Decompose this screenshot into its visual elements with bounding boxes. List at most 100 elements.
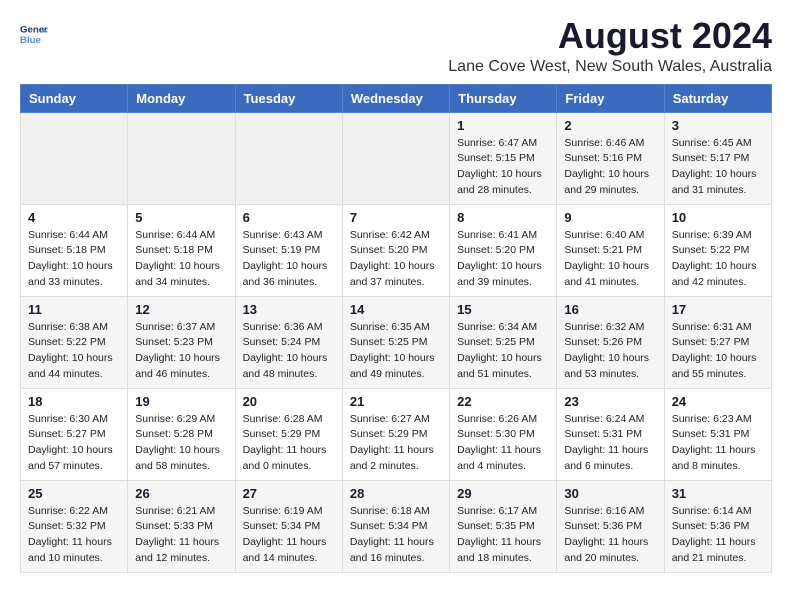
cell-info: Sunrise: 6:24 AMSunset: 5:31 PMDaylight:… xyxy=(564,412,656,475)
day-number: 12 xyxy=(135,302,227,317)
calendar-cell: 23 Sunrise: 6:24 AMSunset: 5:31 PMDayligh… xyxy=(557,388,664,480)
calendar-table: SundayMondayTuesdayWednesdayThursdayFrid… xyxy=(20,84,772,573)
day-number: 2 xyxy=(564,118,656,133)
col-header-thursday: Thursday xyxy=(450,84,557,112)
calendar-cell: 28 Sunrise: 6:18 AMSunset: 5:34 PMDayligh… xyxy=(342,480,449,572)
calendar-cell: 13 Sunrise: 6:36 AMSunset: 5:24 PMDayligh… xyxy=(235,296,342,388)
calendar-cell: 24 Sunrise: 6:23 AMSunset: 5:31 PMDayligh… xyxy=(664,388,771,480)
logo: General Blue xyxy=(20,20,48,48)
col-header-wednesday: Wednesday xyxy=(342,84,449,112)
calendar-cell: 7Sunrise: 6:42 AMSunset: 5:20 PMDaylight… xyxy=(342,204,449,296)
calendar-cell: 1Sunrise: 6:47 AMSunset: 5:15 PMDaylight… xyxy=(450,112,557,204)
cell-info: Sunrise: 6:28 AMSunset: 5:29 PMDaylight:… xyxy=(243,412,335,475)
day-number: 21 xyxy=(350,394,442,409)
day-number: 4 xyxy=(28,210,120,225)
title-area: August 2024 Lane Cove West, New South Wa… xyxy=(448,16,772,76)
calendar-cell: 27Sunrise: 6:19 AMSunset: 5:34 PMDayligh… xyxy=(235,480,342,572)
calendar-cell: 30 Sunrise: 6:16 AMSunset: 5:36 PMDayligh… xyxy=(557,480,664,572)
day-number: 22 xyxy=(457,394,549,409)
day-number: 26 xyxy=(135,486,227,501)
cell-info: Sunrise: 6:27 AMSunset: 5:29 PMDaylight:… xyxy=(350,412,442,475)
day-number: 25 xyxy=(28,486,120,501)
calendar-cell: 19 Sunrise: 6:29 AMSunset: 5:28 PMDayligh… xyxy=(128,388,235,480)
col-header-monday: Monday xyxy=(128,84,235,112)
day-number: 18 xyxy=(28,394,120,409)
cell-info: Sunrise: 6:39 AMSunset: 5:22 PMDaylight:… xyxy=(672,228,764,291)
cell-info: Sunrise: 6:38 AMSunset: 5:22 PMDaylight:… xyxy=(28,320,120,383)
calendar-cell: 21 Sunrise: 6:27 AMSunset: 5:29 PMDayligh… xyxy=(342,388,449,480)
day-number: 20 xyxy=(243,394,335,409)
day-number: 14 xyxy=(350,302,442,317)
day-number: 7 xyxy=(350,210,442,225)
day-number: 13 xyxy=(243,302,335,317)
calendar-cell xyxy=(21,112,128,204)
day-number: 6 xyxy=(243,210,335,225)
day-number: 15 xyxy=(457,302,549,317)
page-title: August 2024 xyxy=(448,16,772,56)
calendar-cell: 31Sunrise: 6:14 AMSunset: 5:36 PMDayligh… xyxy=(664,480,771,572)
day-number: 9 xyxy=(564,210,656,225)
cell-info: Sunrise: 6:34 AMSunset: 5:25 PMDaylight:… xyxy=(457,320,549,383)
week-row-5: 25Sunrise: 6:22 AMSunset: 5:32 PMDayligh… xyxy=(21,480,772,572)
cell-info: Sunrise: 6:44 AMSunset: 5:18 PMDaylight:… xyxy=(135,228,227,291)
calendar-cell: 2 Sunrise: 6:46 AMSunset: 5:16 PMDaylight… xyxy=(557,112,664,204)
cell-info: Sunrise: 6:23 AMSunset: 5:31 PMDaylight:… xyxy=(672,412,764,475)
day-number: 17 xyxy=(672,302,764,317)
week-row-1: 1Sunrise: 6:47 AMSunset: 5:15 PMDaylight… xyxy=(21,112,772,204)
cell-info: Sunrise: 6:31 AMSunset: 5:27 PMDaylight:… xyxy=(672,320,764,383)
calendar-cell: 8 Sunrise: 6:41 AMSunset: 5:20 PMDaylight… xyxy=(450,204,557,296)
svg-text:Blue: Blue xyxy=(20,35,41,46)
header-row: SundayMondayTuesdayWednesdayThursdayFrid… xyxy=(21,84,772,112)
calendar-cell: 10 Sunrise: 6:39 AMSunset: 5:22 PMDayligh… xyxy=(664,204,771,296)
calendar-cell: 17 Sunrise: 6:31 AMSunset: 5:27 PMDayligh… xyxy=(664,296,771,388)
calendar-cell: 25Sunrise: 6:22 AMSunset: 5:32 PMDayligh… xyxy=(21,480,128,572)
calendar-cell: 6 Sunrise: 6:43 AMSunset: 5:19 PMDaylight… xyxy=(235,204,342,296)
calendar-cell: 20 Sunrise: 6:28 AMSunset: 5:29 PMDayligh… xyxy=(235,388,342,480)
calendar-cell: 14 Sunrise: 6:35 AMSunset: 5:25 PMDayligh… xyxy=(342,296,449,388)
day-number: 24 xyxy=(672,394,764,409)
calendar-cell: 12Sunrise: 6:37 AMSunset: 5:23 PMDayligh… xyxy=(128,296,235,388)
cell-info: Sunrise: 6:40 AMSunset: 5:21 PMDaylight:… xyxy=(564,228,656,291)
cell-info: Sunrise: 6:36 AMSunset: 5:24 PMDaylight:… xyxy=(243,320,335,383)
cell-info: Sunrise: 6:41 AMSunset: 5:20 PMDaylight:… xyxy=(457,228,549,291)
day-number: 10 xyxy=(672,210,764,225)
day-number: 19 xyxy=(135,394,227,409)
calendar-cell: 16Sunrise: 6:32 AMSunset: 5:26 PMDayligh… xyxy=(557,296,664,388)
col-header-tuesday: Tuesday xyxy=(235,84,342,112)
header: General Blue August 2024 Lane Cove West,… xyxy=(20,16,772,76)
calendar-cell xyxy=(235,112,342,204)
calendar-cell: 18 Sunrise: 6:30 AMSunset: 5:27 PMDayligh… xyxy=(21,388,128,480)
cell-info: Sunrise: 6:45 AMSunset: 5:17 PMDaylight:… xyxy=(672,136,764,199)
day-number: 31 xyxy=(672,486,764,501)
cell-info: Sunrise: 6:21 AMSunset: 5:33 PMDaylight:… xyxy=(135,504,227,567)
day-number: 28 xyxy=(350,486,442,501)
logo-icon: General Blue xyxy=(20,20,48,48)
page-subtitle: Lane Cove West, New South Wales, Austral… xyxy=(448,58,772,76)
cell-info: Sunrise: 6:18 AMSunset: 5:34 PMDaylight:… xyxy=(350,504,442,567)
calendar-cell: 11 Sunrise: 6:38 AMSunset: 5:22 PMDayligh… xyxy=(21,296,128,388)
calendar-cell: 26 Sunrise: 6:21 AMSunset: 5:33 PMDayligh… xyxy=(128,480,235,572)
day-number: 23 xyxy=(564,394,656,409)
cell-info: Sunrise: 6:35 AMSunset: 5:25 PMDaylight:… xyxy=(350,320,442,383)
calendar-cell: 9 Sunrise: 6:40 AMSunset: 5:21 PMDaylight… xyxy=(557,204,664,296)
day-number: 8 xyxy=(457,210,549,225)
cell-info: Sunrise: 6:32 AMSunset: 5:26 PMDaylight:… xyxy=(564,320,656,383)
calendar-cell: 5 Sunrise: 6:44 AMSunset: 5:18 PMDaylight… xyxy=(128,204,235,296)
cell-info: Sunrise: 6:29 AMSunset: 5:28 PMDaylight:… xyxy=(135,412,227,475)
cell-info: Sunrise: 6:16 AMSunset: 5:36 PMDaylight:… xyxy=(564,504,656,567)
col-header-friday: Friday xyxy=(557,84,664,112)
cell-info: Sunrise: 6:17 AMSunset: 5:35 PMDaylight:… xyxy=(457,504,549,567)
cell-info: Sunrise: 6:43 AMSunset: 5:19 PMDaylight:… xyxy=(243,228,335,291)
day-number: 3 xyxy=(672,118,764,133)
day-number: 5 xyxy=(135,210,227,225)
day-number: 29 xyxy=(457,486,549,501)
col-header-sunday: Sunday xyxy=(21,84,128,112)
week-row-2: 4 Sunrise: 6:44 AMSunset: 5:18 PMDaylight… xyxy=(21,204,772,296)
day-number: 30 xyxy=(564,486,656,501)
cell-info: Sunrise: 6:46 AMSunset: 5:16 PMDaylight:… xyxy=(564,136,656,199)
day-number: 11 xyxy=(28,302,120,317)
calendar-cell xyxy=(342,112,449,204)
cell-info: Sunrise: 6:30 AMSunset: 5:27 PMDaylight:… xyxy=(28,412,120,475)
calendar-cell: 4Sunrise: 6:44 AMSunset: 5:18 PMDaylight… xyxy=(21,204,128,296)
day-number: 27 xyxy=(243,486,335,501)
